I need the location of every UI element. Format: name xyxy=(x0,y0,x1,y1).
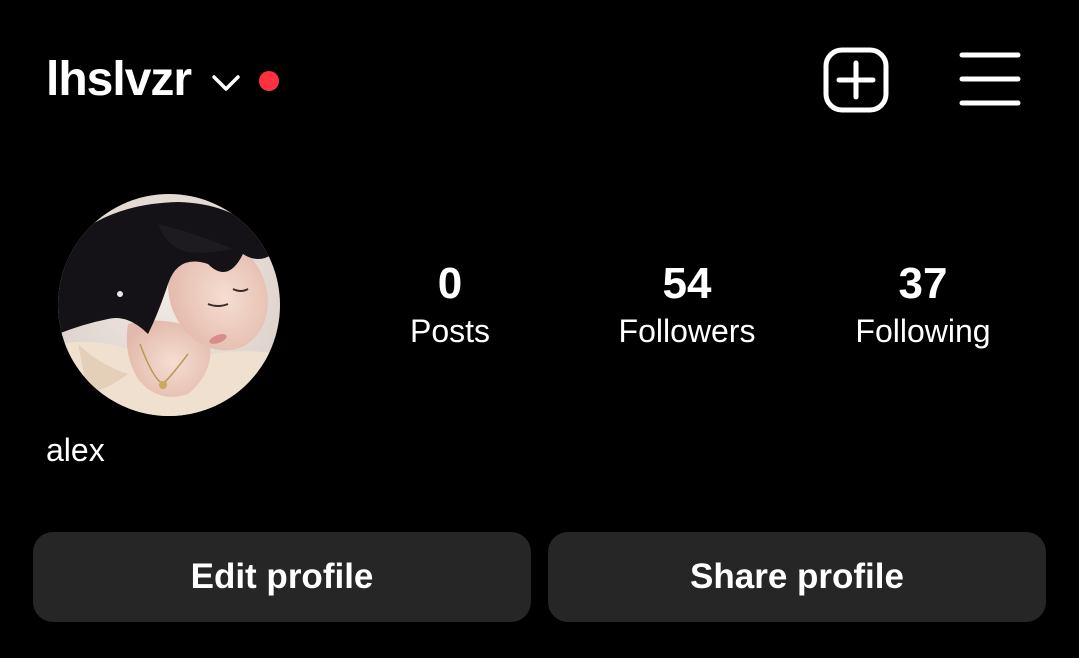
notification-dot xyxy=(259,71,280,91)
plus-square-icon[interactable] xyxy=(823,47,889,113)
top-bar: lhslvzr xyxy=(0,0,1079,150)
account-switcher[interactable]: lhslvzr xyxy=(46,48,280,112)
share-profile-button[interactable]: Share profile xyxy=(548,532,1046,622)
followers-stat[interactable]: 54 Followers xyxy=(577,256,797,352)
followers-label: Followers xyxy=(618,313,756,349)
avatar[interactable] xyxy=(58,194,280,416)
edit-profile-button[interactable]: Edit profile xyxy=(33,532,531,622)
followers-count: 54 xyxy=(662,259,712,308)
chevron-down-icon xyxy=(212,75,240,91)
following-label: Following xyxy=(855,313,991,349)
hamburger-menu-icon[interactable] xyxy=(958,50,1022,108)
profile-photo xyxy=(58,194,280,416)
posts-label: Posts xyxy=(409,313,491,349)
display-name: alex xyxy=(46,432,105,468)
posts-count: 0 xyxy=(437,259,463,308)
following-stat[interactable]: 37 Following xyxy=(813,256,1033,352)
username: lhslvzr xyxy=(46,53,192,106)
posts-stat[interactable]: 0 Posts xyxy=(340,256,560,352)
following-count: 37 xyxy=(898,259,948,308)
